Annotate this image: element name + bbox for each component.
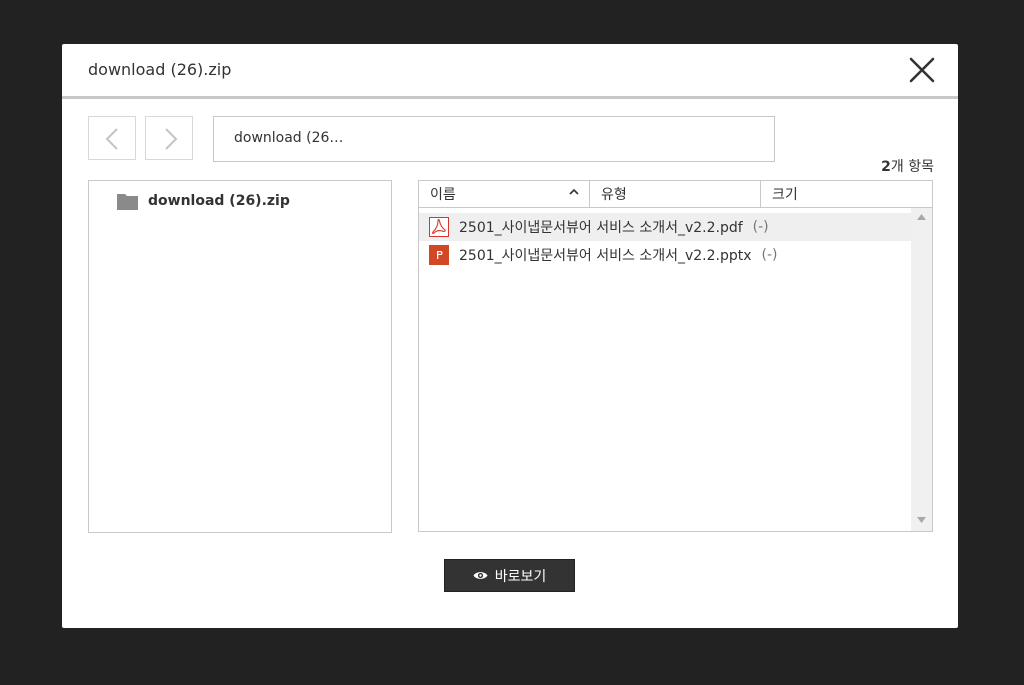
column-header-name[interactable]: 이름 — [419, 181, 589, 208]
close-button[interactable] — [908, 56, 936, 84]
folder-tree-panel: download (26).zip — [88, 180, 392, 533]
eye-icon — [473, 572, 488, 579]
column-header-label: 유형 — [601, 187, 627, 203]
pdf-icon — [429, 217, 449, 237]
file-name: 2501_사이냅문서뷰어 서비스 소개서_v2.2.pdf — [459, 220, 743, 236]
vertical-scrollbar[interactable] — [911, 208, 932, 531]
item-count-suffix: 개 항목 — [890, 159, 934, 175]
zip-viewer-dialog: download (26).zip download (26… 2개 항목 do… — [62, 44, 958, 628]
sort-ascending-icon — [569, 188, 579, 195]
item-count: 2개 항목 — [881, 156, 934, 176]
folder-icon — [117, 194, 138, 210]
file-row[interactable]: 2501_사이냅문서뷰어 서비스 소개서_v2.2.pdf (-) — [419, 213, 911, 241]
preview-button-label: 바로보기 — [494, 568, 547, 585]
file-size: (-) — [752, 219, 769, 235]
file-row[interactable]: 2501_사이냅문서뷰어 서비스 소개서_v2.2.pptx (-) — [419, 241, 911, 269]
scroll-up-arrow-icon[interactable] — [917, 214, 926, 220]
file-list-panel: 이름 유형 크기 2501_사이냅문서뷰어 서비스 소개서_v2.2.pdf (… — [418, 180, 933, 532]
column-header-size[interactable]: 크기 — [760, 181, 932, 208]
back-button[interactable] — [88, 116, 136, 160]
preview-button[interactable]: 바로보기 — [444, 559, 575, 592]
dialog-header: download (26).zip — [62, 44, 958, 99]
file-size: (-) — [761, 247, 778, 263]
chevron-right-icon — [165, 128, 178, 150]
file-name: 2501_사이냅문서뷰어 서비스 소개서_v2.2.pptx — [459, 248, 752, 264]
column-header-type[interactable]: 유형 — [589, 181, 760, 208]
close-icon — [909, 57, 935, 83]
tree-node-root[interactable]: download (26).zip — [117, 190, 290, 212]
item-count-number: 2 — [881, 159, 891, 175]
chevron-left-icon — [105, 128, 118, 150]
dialog-title: download (26).zip — [88, 60, 232, 79]
pptx-icon — [429, 245, 449, 265]
column-header-label: 크기 — [772, 187, 798, 203]
path-field[interactable]: download (26… — [213, 116, 775, 162]
scroll-down-arrow-icon[interactable] — [917, 517, 926, 523]
forward-button[interactable] — [145, 116, 193, 160]
column-header-label: 이름 — [430, 187, 456, 203]
tree-node-label: download (26).zip — [148, 193, 290, 209]
path-text: download (26… — [234, 130, 344, 146]
